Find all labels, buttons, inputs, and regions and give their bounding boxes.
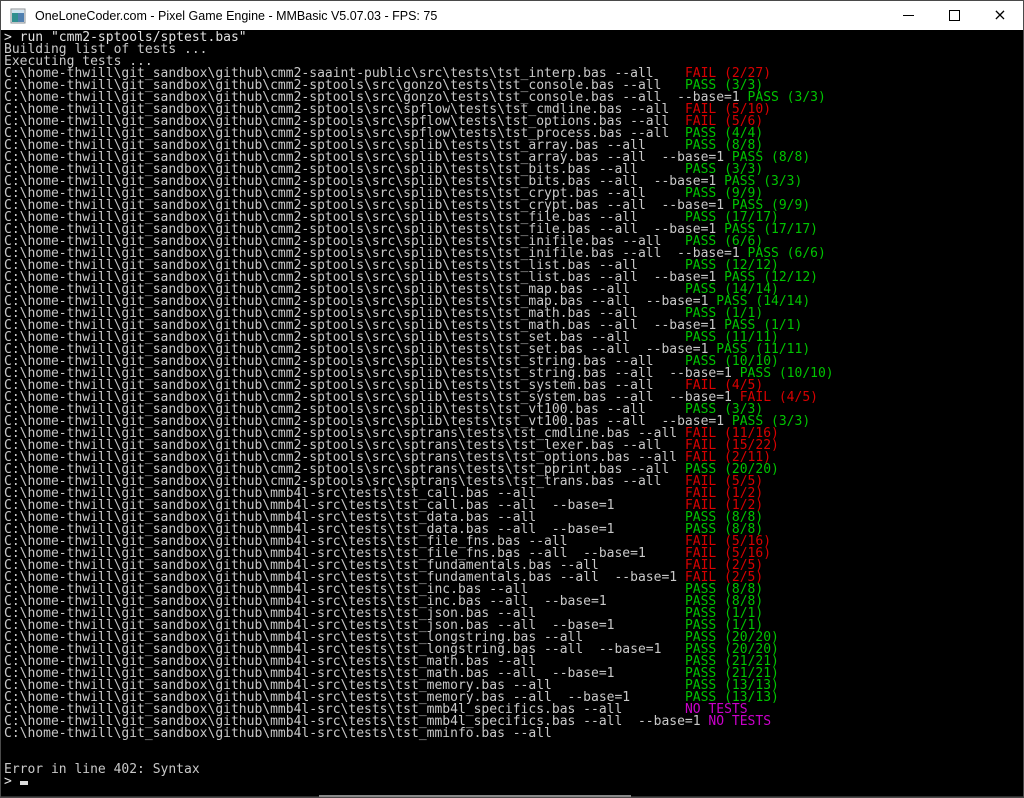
window-title: OneLoneCoder.com - Pixel Game Engine - M… [35,9,885,23]
test-result-line: C:\home-thwill\git_sandbox\github\mmb4l-… [4,728,1023,740]
status-line: Building list of tests ... [4,44,1023,56]
minimize-button[interactable] [885,1,931,30]
prompt-text: > [4,774,20,789]
close-button[interactable]: × [977,1,1023,30]
app-window: OneLoneCoder.com - Pixel Game Engine - M… [0,0,1024,798]
window-controls: × [885,1,1023,30]
title-bar: OneLoneCoder.com - Pixel Game Engine - M… [1,1,1023,30]
terminal-body[interactable]: > run "cmm2-sptools/sptest.bas"Building … [1,30,1023,797]
prompt-line: > [4,776,1023,788]
close-icon: × [993,7,1006,23]
error-text: Error in line 402: Syntax [4,762,200,777]
maximize-icon [949,10,960,21]
maximize-button[interactable] [931,1,977,30]
blank-line [4,740,1023,752]
test-path: C:\home-thwill\git_sandbox\github\mmb4l-… [4,726,552,741]
minimize-icon [903,15,914,16]
bottom-strip [319,795,631,797]
text-cursor [20,781,28,785]
test-result: NO TESTS [708,714,771,729]
app-icon [10,8,26,24]
error-line: Error in line 402: Syntax [4,764,1023,776]
